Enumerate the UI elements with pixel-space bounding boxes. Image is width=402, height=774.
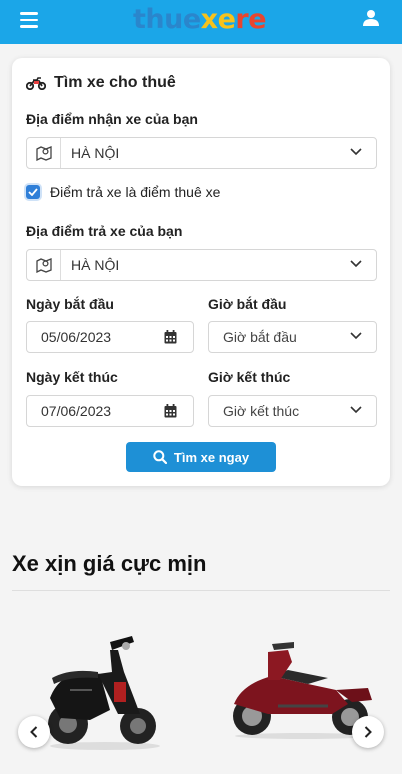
logo-text-thue: thue	[133, 4, 201, 35]
section-title: Xe xịn giá cực mịn	[12, 551, 207, 576]
card-title-text: Tìm xe cho thuê	[54, 74, 176, 91]
start-time-label: Giờ bắt đầu	[208, 296, 287, 312]
end-date-input[interactable]: 07/06/2023	[26, 395, 194, 427]
end-time-label: Giờ kết thúc	[208, 369, 291, 385]
pickup-location-select[interactable]: HÀ NỘI	[26, 137, 377, 169]
map-icon	[27, 138, 61, 168]
card-title: Tìm xe cho thuê	[26, 74, 176, 92]
chevron-down-icon	[350, 406, 362, 414]
pickup-label: Địa điểm nhận xe của bạn	[26, 111, 198, 127]
return-location-value: HÀ NỘI	[71, 257, 120, 273]
check-icon	[28, 188, 38, 196]
chevron-down-icon	[350, 260, 362, 268]
logo-text-re: re	[235, 4, 267, 35]
carousel-next-button[interactable]	[352, 716, 384, 748]
site-logo[interactable]: thuexere	[133, 4, 267, 36]
start-time-value: Giờ bắt đầu	[223, 329, 297, 345]
start-date-input[interactable]: 05/06/2023	[26, 321, 194, 353]
end-date-label: Ngày kết thúc	[26, 369, 118, 385]
chevron-right-icon	[364, 726, 372, 738]
product-image-black-scooter[interactable]	[40, 628, 170, 752]
end-date-value: 07/06/2023	[41, 403, 112, 419]
user-icon[interactable]	[362, 9, 380, 27]
start-date-value: 05/06/2023	[41, 329, 112, 345]
same-return-checkbox[interactable]	[26, 185, 40, 199]
start-time-select[interactable]: Giờ bắt đầu	[208, 321, 377, 353]
search-button-label: Tìm xe ngay	[173, 449, 250, 465]
same-return-checkbox-row[interactable]: Điểm trả xe là điểm thuê xe	[26, 184, 220, 200]
search-card: Tìm xe cho thuê Địa điểm nhận xe của bạn…	[12, 58, 390, 486]
pickup-location-value: HÀ NỘI	[71, 145, 120, 161]
start-date-label: Ngày bắt đầu	[26, 296, 114, 312]
chevron-down-icon	[350, 332, 362, 340]
calendar-icon	[164, 404, 177, 418]
motorbike-icon	[26, 77, 46, 90]
same-return-label: Điểm trả xe là điểm thuê xe	[50, 184, 221, 200]
top-navbar: thuexere	[0, 0, 402, 44]
logo-text-xe: xe	[200, 4, 236, 35]
return-location-select[interactable]: HÀ NỘI	[26, 249, 377, 281]
search-button[interactable]: Tìm xe ngay	[126, 442, 276, 472]
end-time-select[interactable]: Giờ kết thúc	[208, 395, 377, 427]
section-divider	[12, 590, 390, 591]
chevron-left-icon	[30, 726, 38, 738]
hamburger-icon[interactable]	[20, 12, 38, 28]
return-label: Địa điểm trả xe của bạn	[26, 223, 183, 239]
carousel-prev-button[interactable]	[18, 716, 50, 748]
chevron-down-icon	[350, 148, 362, 156]
calendar-icon	[164, 330, 177, 344]
map-icon	[27, 250, 61, 280]
search-icon	[153, 450, 167, 464]
end-time-value: Giờ kết thúc	[223, 403, 300, 419]
